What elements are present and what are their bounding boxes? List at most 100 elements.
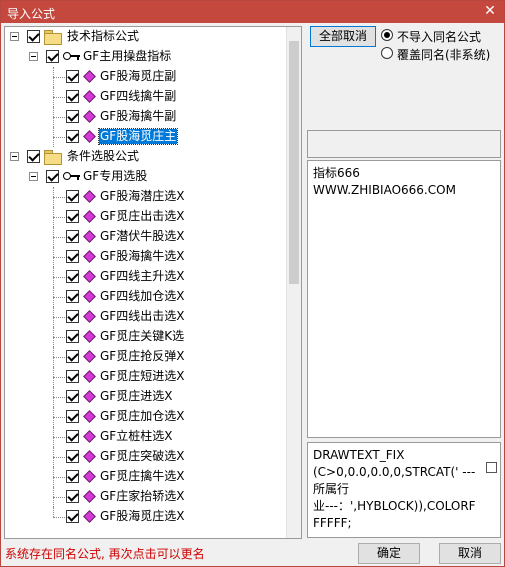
checkbox[interactable] (27, 30, 40, 43)
formula-tree[interactable]: 技术指标公式 GF主用操盘指标 GF股海觅庄副 GF四线擒牛副 GF股海擒牛副 GF股海觅… (4, 26, 302, 539)
checkbox[interactable] (66, 230, 79, 243)
checkbox[interactable] (27, 150, 40, 163)
collapse-icon[interactable] (29, 172, 38, 181)
formula-icon (83, 250, 96, 263)
tree-item-4[interactable]: GF四线擒牛副 (5, 87, 288, 107)
checkbox[interactable] (66, 430, 79, 443)
cancel-button[interactable]: 取消 (439, 543, 501, 564)
tree-item-14[interactable]: GF四线加仓选X (5, 287, 288, 307)
tree-guide-line (53, 97, 65, 98)
tree-item-label[interactable]: GF潜伏牛股选X (99, 229, 185, 244)
tree-item-24[interactable]: GF庄家抬轿选X (5, 487, 288, 507)
tree-item-12[interactable]: GF股海擒牛选X (5, 247, 288, 267)
formula-icon (83, 330, 96, 343)
scrollbar-thumb[interactable] (289, 41, 299, 284)
collapse-icon[interactable] (10, 32, 19, 41)
tree-item-label[interactable]: GF股海擒牛副 (99, 109, 177, 124)
tree-item-16[interactable]: GF觅庄关键K选 (5, 327, 288, 347)
checkbox[interactable] (66, 110, 79, 123)
tree-item-label[interactable]: GF主用操盘指标 (82, 49, 172, 64)
tree-item-label[interactable]: GF股海觅庄主 (97, 128, 179, 145)
source-checkbox[interactable] (486, 462, 497, 473)
tree-scrollbar[interactable] (286, 27, 301, 538)
tree-item-15[interactable]: GF四线出击选X (5, 307, 288, 327)
tree-item-label[interactable]: GF股海擒牛选X (99, 249, 185, 264)
tree-item-label[interactable]: 条件选股公式 (66, 149, 140, 164)
tree-rows: 技术指标公式 GF主用操盘指标 GF股海觅庄副 GF四线擒牛副 GF股海擒牛副 GF股海觅… (5, 27, 288, 527)
tree-item-label[interactable]: GF股海潜庄选X (99, 189, 185, 204)
radio-no-import[interactable] (381, 29, 393, 41)
cancel-all-button[interactable]: 全部取消 (310, 26, 376, 47)
checkbox[interactable] (66, 250, 79, 263)
tree-item-25[interactable]: GF股海觅庄选X (5, 507, 288, 527)
tree-item-11[interactable]: GF潜伏牛股选X (5, 227, 288, 247)
tree-item-label[interactable]: GF觅庄关键K选 (99, 329, 185, 344)
description-panel[interactable]: 指标666 WWW.ZHIBIAO666.COM (307, 160, 501, 438)
tree-item-label[interactable]: GF四线出击选X (99, 309, 185, 324)
tree-item-21[interactable]: GF立桩柱选X (5, 427, 288, 447)
tree-item-8[interactable]: GF专用选股 (5, 167, 288, 187)
tree-item-7[interactable]: 条件选股公式 (5, 147, 288, 167)
tree-item-3[interactable]: GF股海觅庄副 (5, 67, 288, 87)
tree-item-1[interactable]: 技术指标公式 (5, 27, 288, 47)
tree-item-18[interactable]: GF觅庄短进选X (5, 367, 288, 387)
tree-item-6[interactable]: GF股海觅庄主 (5, 127, 288, 147)
close-icon[interactable]: ✕ (482, 3, 498, 19)
tree-item-10[interactable]: GF觅庄出击选X (5, 207, 288, 227)
tree-item-label[interactable]: GF四线擒牛副 (99, 89, 177, 104)
tree-item-label[interactable]: GF觅庄擒牛选X (99, 469, 185, 484)
tree-item-22[interactable]: GF觅庄突破选X (5, 447, 288, 467)
checkbox[interactable] (66, 330, 79, 343)
checkbox[interactable] (66, 450, 79, 463)
checkbox[interactable] (66, 370, 79, 383)
checkbox[interactable] (66, 210, 79, 223)
tree-item-label[interactable]: GF股海觅庄选X (99, 509, 185, 524)
checkbox[interactable] (66, 290, 79, 303)
checkbox[interactable] (66, 490, 79, 503)
checkbox[interactable] (46, 170, 59, 183)
tree-item-13[interactable]: GF四线主升选X (5, 267, 288, 287)
tree-item-label[interactable]: GF专用选股 (82, 169, 148, 184)
tree-item-label[interactable]: 技术指标公式 (66, 29, 140, 44)
tree-item-label[interactable]: GF立桩柱选X (99, 429, 173, 444)
tree-item-label[interactable]: GF股海觅庄副 (99, 69, 177, 84)
tree-item-19[interactable]: GF觅庄进选X (5, 387, 288, 407)
checkbox[interactable] (66, 470, 79, 483)
tree-item-label[interactable]: GF庄家抬轿选X (99, 489, 185, 504)
tree-guide-line (53, 227, 54, 247)
tree-item-9[interactable]: GF股海潜庄选X (5, 187, 288, 207)
checkbox[interactable] (66, 90, 79, 103)
tree-item-20[interactable]: GF觅庄加仓选X (5, 407, 288, 427)
radio-overwrite[interactable] (381, 47, 393, 59)
tree-guide-line (53, 327, 54, 347)
checkbox[interactable] (66, 310, 79, 323)
tree-guide-line (53, 377, 65, 378)
tree-guide-line (53, 187, 54, 207)
tree-item-label[interactable]: GF觅庄出击选X (99, 209, 185, 224)
tree-item-label[interactable]: GF四线加仓选X (99, 289, 185, 304)
tree-item-label[interactable]: GF觅庄抢反弹X (99, 349, 185, 364)
collapse-icon[interactable] (10, 152, 19, 161)
checkbox[interactable] (66, 410, 79, 423)
checkbox[interactable] (46, 50, 59, 63)
tree-item-23[interactable]: GF觅庄擒牛选X (5, 467, 288, 487)
source-panel[interactable]: DRAWTEXT_FIX (C>0,0.0,0.0,0,STRCAT(' ---… (307, 442, 501, 538)
checkbox[interactable] (66, 190, 79, 203)
tree-item-label[interactable]: GF觅庄突破选X (99, 449, 185, 464)
tree-item-17[interactable]: GF觅庄抢反弹X (5, 347, 288, 367)
tree-item-2[interactable]: GF主用操盘指标 (5, 47, 288, 67)
tree-item-label[interactable]: GF觅庄进选X (99, 389, 173, 404)
checkbox[interactable] (66, 70, 79, 83)
ok-button[interactable]: 确定 (358, 543, 420, 564)
checkbox[interactable] (66, 130, 79, 143)
tree-item-label[interactable]: GF觅庄加仓选X (99, 409, 185, 424)
checkbox[interactable] (66, 510, 79, 523)
checkbox[interactable] (66, 390, 79, 403)
formula-icon (83, 450, 96, 463)
checkbox[interactable] (66, 270, 79, 283)
tree-item-label[interactable]: GF四线主升选X (99, 269, 185, 284)
tree-item-5[interactable]: GF股海擒牛副 (5, 107, 288, 127)
checkbox[interactable] (66, 350, 79, 363)
tree-item-label[interactable]: GF觅庄短进选X (99, 369, 185, 384)
collapse-icon[interactable] (29, 52, 38, 61)
